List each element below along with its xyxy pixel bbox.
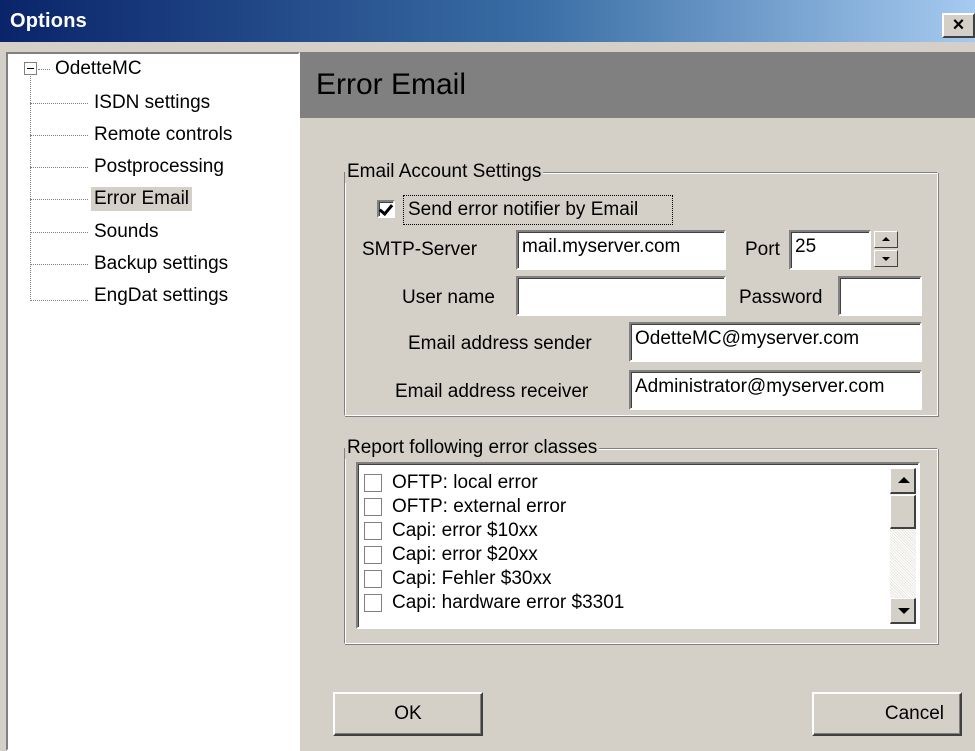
email-account-legend: Email Account Settings [345,161,544,183]
arrow-up-icon[interactable] [890,468,916,494]
smtp-server-label: SMTP-Server [362,239,478,260]
tree-item-remote-controls[interactable]: Remote controls [91,123,235,147]
tree-connector [30,167,88,168]
arrow-down-icon[interactable] [890,598,916,624]
scrollbar-thumb[interactable] [890,495,916,529]
send-error-label[interactable]: Send error notifier by Email [408,199,638,221]
list-item-label: Capi: hardware error $3301 [392,592,625,613]
ok-button[interactable]: OK [333,692,483,736]
smtp-server-input[interactable]: mail.myserver.com [516,230,726,270]
tree-item-postprocessing[interactable]: Postprocessing [91,155,227,179]
list-item-label: Capi: Fehler $30xx [392,568,552,589]
list-item-label: Capi: error $20xx [392,544,538,565]
title-bar[interactable] [0,0,975,42]
page-title: Error Email [316,68,467,101]
list-checkbox[interactable] [364,522,382,540]
cancel-button[interactable]: Cancel [812,692,962,736]
close-icon: × [952,14,965,36]
minus-box-icon[interactable] [24,62,37,75]
list-item-label: OFTP: external error [392,496,567,517]
receiver-label: Email address receiver [395,381,589,402]
tree-connector [30,232,88,233]
sender-input[interactable]: OdetteMC@myserver.com [629,322,922,362]
tree-root-odettemc[interactable]: OdetteMC [52,57,145,81]
user-name-input[interactable] [516,276,726,316]
error-classes-legend: Report following error classes [345,437,600,459]
close-button[interactable]: × [942,13,975,38]
tree-item-engdat-settings[interactable]: EngDat settings [91,284,231,308]
tree-connector [30,199,88,200]
error-classes-list[interactable]: OFTP: local error OFTP: external error C… [356,462,920,629]
tree-connector [38,69,50,70]
list-item-label: Capi: error $10xx [392,520,538,541]
tree-connector [30,135,88,136]
send-error-checkbox[interactable] [377,200,395,218]
user-name-label: User name [402,287,495,308]
list-checkbox[interactable] [364,570,382,588]
spin-down-icon[interactable] [874,250,898,267]
tree-item-sounds[interactable]: Sounds [91,220,161,244]
tree-connector [30,103,88,104]
list-checkbox[interactable] [364,498,382,516]
tree-item-isdn-settings[interactable]: ISDN settings [91,91,213,115]
window-title: Options [10,10,87,32]
options-tree[interactable]: OdetteMC ISDN settings Remote controls P… [6,52,300,751]
port-label: Port [745,239,780,260]
sender-label: Email address sender [408,333,592,354]
tree-item-error-email[interactable]: Error Email [91,187,193,211]
tree-connector [30,300,88,301]
tree-connector [30,76,31,301]
list-checkbox[interactable] [364,474,382,492]
password-input[interactable] [838,276,922,316]
list-item-label: OFTP: local error [392,472,538,493]
list-checkbox[interactable] [364,594,382,612]
tree-connector [30,264,88,265]
receiver-input[interactable]: Administrator@myserver.com [629,370,922,410]
list-checkbox[interactable] [364,546,382,564]
port-input[interactable]: 25 [789,230,871,270]
tree-item-backup-settings[interactable]: Backup settings [91,252,231,276]
vertical-scrollbar[interactable] [890,468,916,624]
spin-up-icon[interactable] [874,231,898,248]
password-label: Password [739,287,823,308]
